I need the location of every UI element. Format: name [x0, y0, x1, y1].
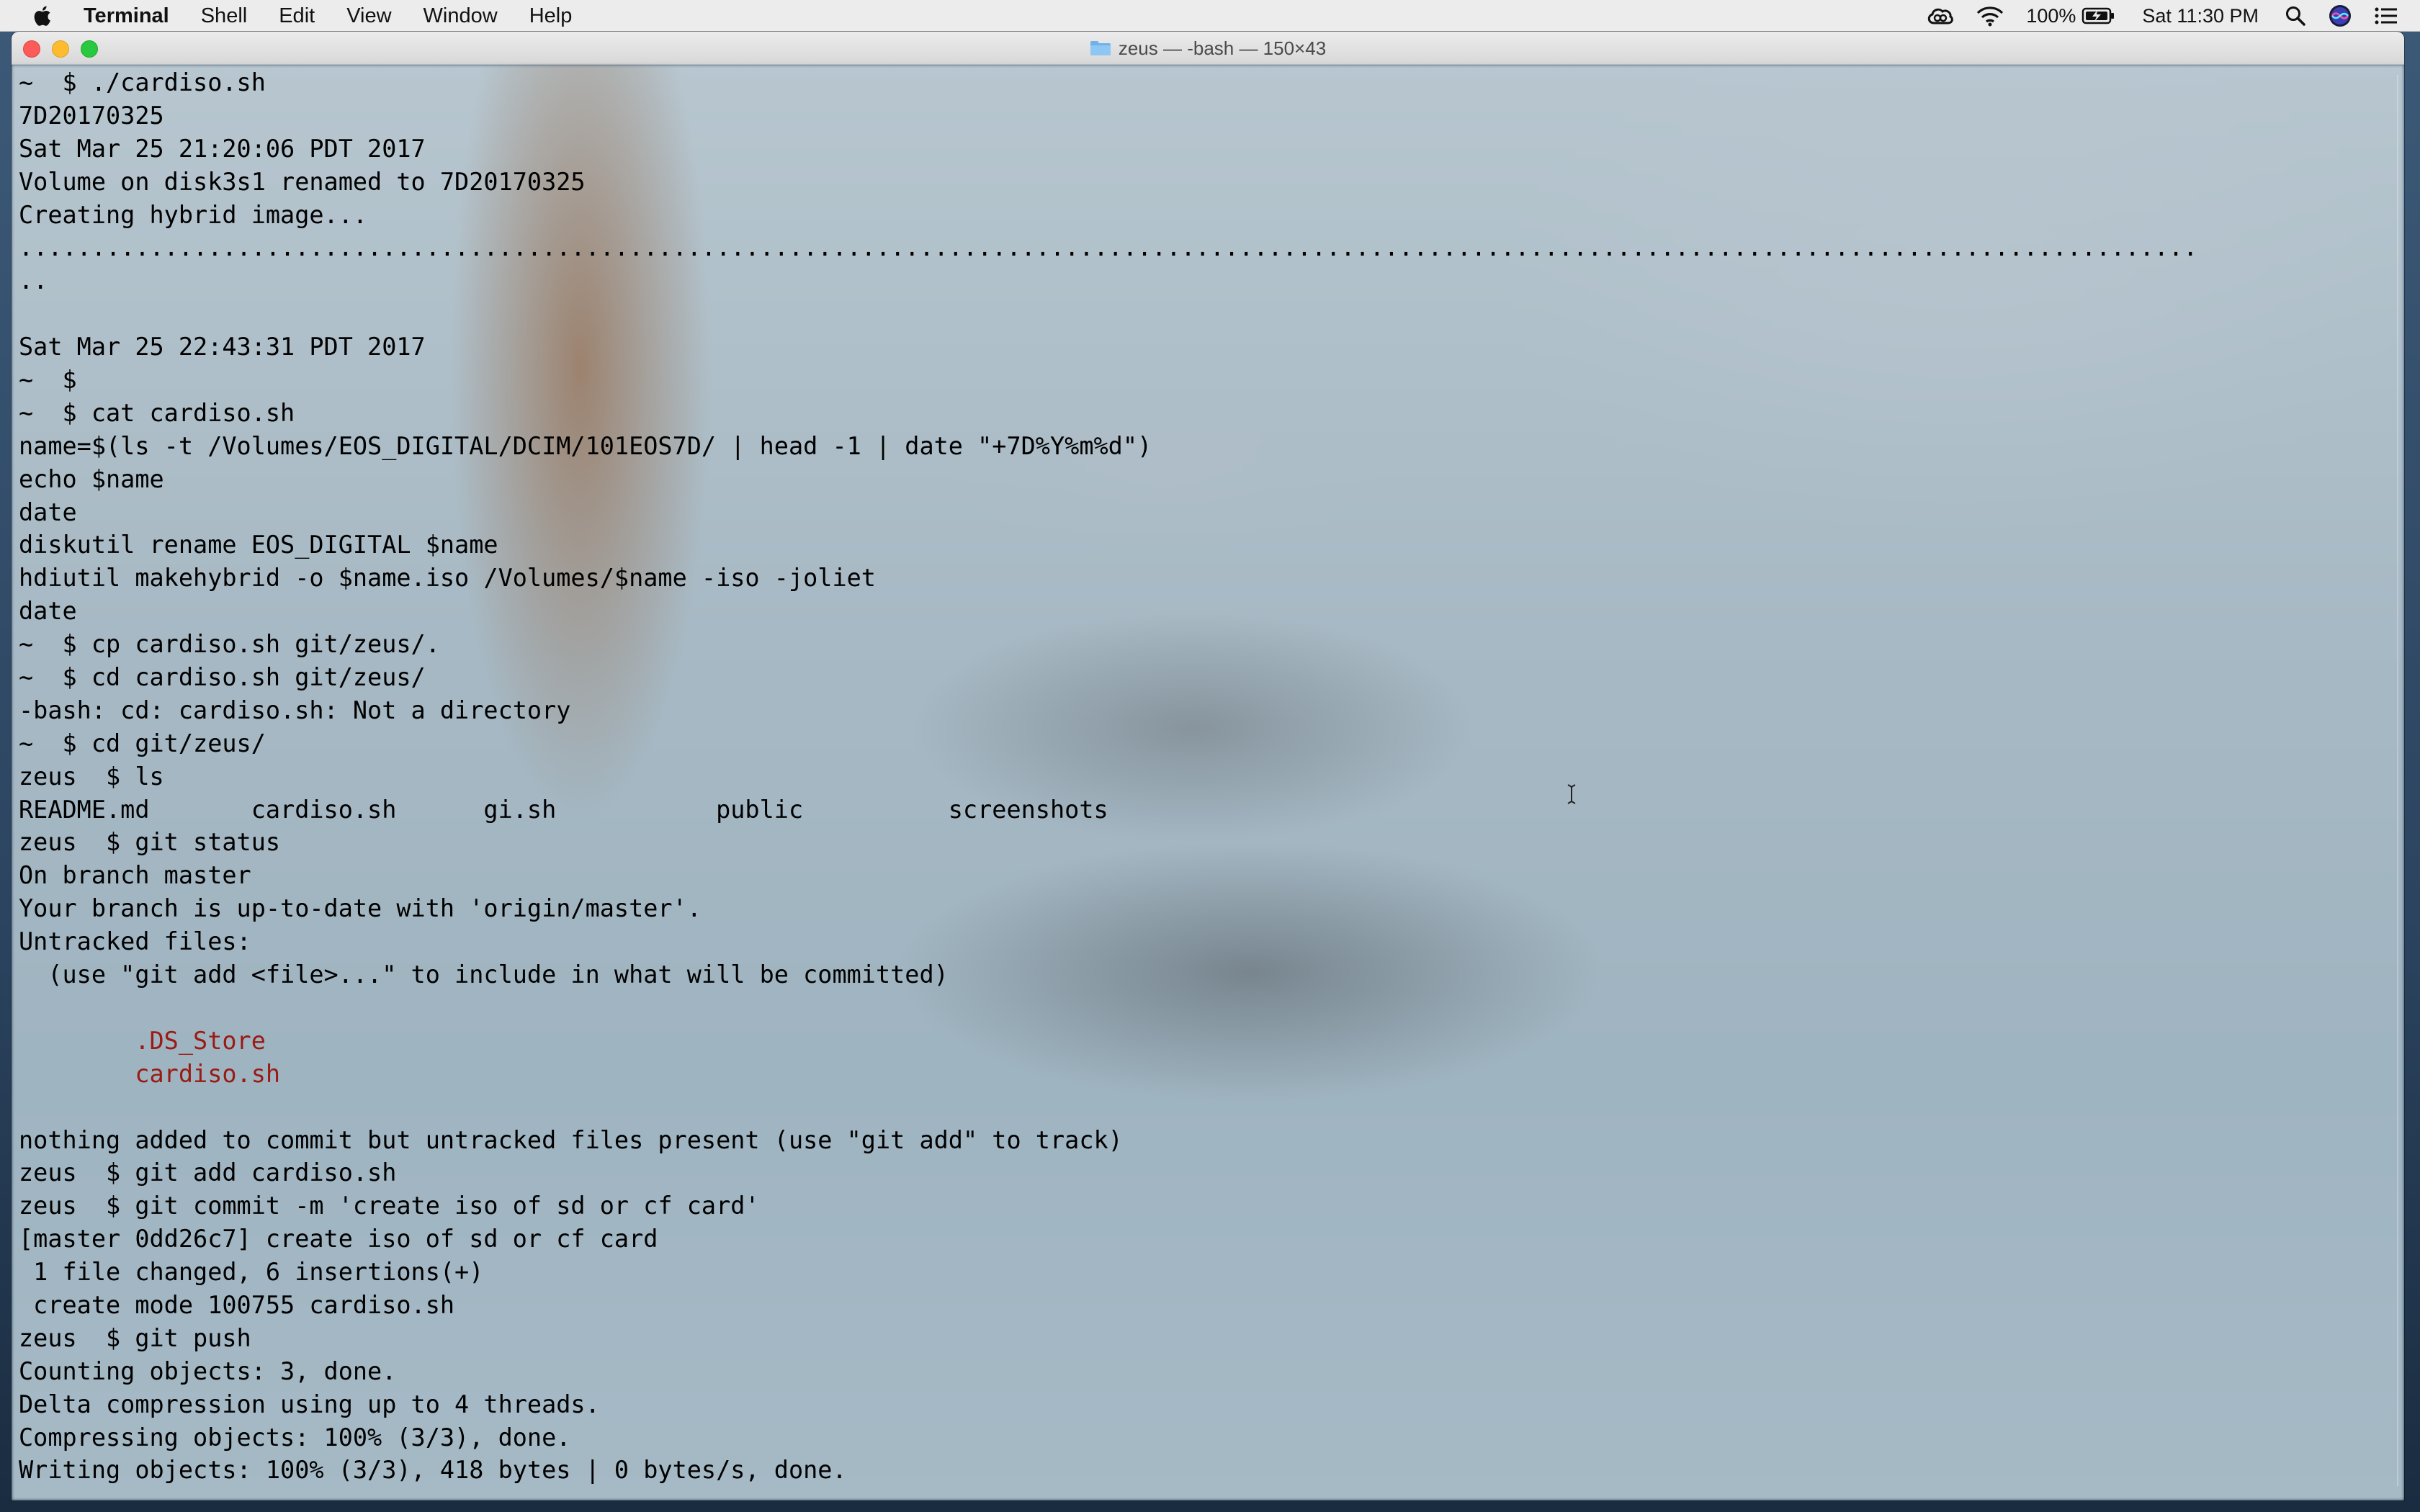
terminal-line: Compressing objects: 100% (3/3), done. — [19, 1423, 571, 1452]
terminal-line: README.md cardiso.sh gi.sh public screen… — [19, 795, 1108, 824]
terminal-line: ~ $ cd git/zeus/ — [19, 729, 266, 757]
menu-edit[interactable]: Edit — [279, 0, 315, 32]
menu-help[interactable]: Help — [529, 0, 573, 32]
terminal-line: echo $name — [19, 464, 164, 493]
terminal-line: date — [19, 597, 77, 626]
terminal-line: .. — [19, 266, 48, 295]
terminal-line: Volume on disk3s1 renamed to 7D20170325 — [19, 167, 586, 196]
terminal-line: Creating hybrid image... — [19, 200, 368, 229]
menu-app-terminal[interactable]: Terminal — [84, 0, 169, 32]
terminal-window: zeus — -bash — 150×43 ~ $ ./cardiso.sh 7D… — [12, 32, 2404, 1500]
terminal-line: diskutil rename EOS_DIGITAL $name — [19, 531, 498, 559]
menu-bar-left: Terminal Shell Edit View Window Help — [0, 0, 604, 32]
terminal-line: name=$(ls -t /Volumes/EOS_DIGITAL/DCIM/1… — [19, 431, 1152, 460]
menu-shell[interactable]: Shell — [201, 0, 248, 32]
terminal-line: nothing added to commit but untracked fi… — [19, 1125, 1123, 1154]
terminal-line: ~ $ cd cardiso.sh git/zeus/ — [19, 663, 426, 692]
terminal-line: Sat Mar 25 21:20:06 PDT 2017 — [19, 134, 426, 163]
terminal-line: -bash: cd: cardiso.sh: Not a directory — [19, 696, 571, 724]
terminal-line: On branch master — [19, 861, 251, 890]
terminal-line: cardiso.sh — [19, 1059, 281, 1088]
terminal-line: ~ $ — [19, 366, 77, 395]
terminal-line: Your branch is up-to-date with 'origin/m… — [19, 894, 702, 923]
menu-bar: Terminal Shell Edit View Window Help 100… — [0, 0, 2420, 32]
window-titlebar[interactable]: zeus — -bash — 150×43 — [12, 32, 2404, 65]
spotlight-search-icon[interactable] — [2285, 5, 2306, 27]
creative-cloud-icon[interactable] — [1925, 6, 1954, 26]
menu-clock[interactable]: Sat 11:30 PM — [2142, 5, 2259, 27]
terminal-line: create mode 100755 cardiso.sh — [19, 1290, 455, 1319]
terminal-output[interactable]: ~ $ ./cardiso.sh 7D20170325 Sat Mar 25 21:… — [19, 66, 2390, 1500]
terminal-line: Delta compression using up to 4 threads. — [19, 1390, 600, 1418]
notification-center-icon[interactable] — [2374, 6, 2398, 26]
terminal-line: ........................................… — [19, 233, 2198, 262]
terminal-line: 1 file changed, 6 insertions(+) — [19, 1258, 484, 1287]
menu-window[interactable]: Window — [424, 0, 498, 32]
folder-icon — [1090, 41, 1111, 55]
terminal-line: zeus $ git push — [19, 1323, 251, 1352]
window-title-text: zeus — -bash — 150×43 — [1118, 37, 1327, 59]
terminal-line: (use "git add <file>..." to include in w… — [19, 960, 949, 989]
terminal-line: Untracked files: — [19, 927, 251, 956]
terminal-line: [master 0dd26c7] create iso of sd or cf … — [19, 1225, 658, 1254]
terminal-line: zeus $ git status — [19, 828, 281, 857]
terminal-line: .DS_Store — [19, 1026, 266, 1055]
terminal-line: Sat Mar 25 22:43:31 PDT 2017 — [19, 333, 426, 361]
window-title: zeus — -bash — 150×43 — [12, 32, 2404, 65]
terminal-line: hdiutil makehybrid -o $name.iso /Volumes… — [19, 564, 876, 593]
apple-menu-icon[interactable] — [30, 4, 52, 28]
menu-view[interactable]: View — [346, 0, 391, 32]
terminal-line: zeus $ git add cardiso.sh — [19, 1158, 397, 1187]
terminal-line: Writing objects: 100% (3/3), 418 bytes |… — [19, 1456, 847, 1485]
terminal-line: zeus $ git commit -m 'create iso of sd o… — [19, 1192, 760, 1220]
menu-bar-status: 100% Sat 11:30 PM — [1904, 0, 2398, 32]
wifi-icon[interactable] — [1976, 5, 2004, 27]
terminal-scrollbar[interactable] — [2393, 75, 2403, 1486]
terminal-line: zeus $ ls — [19, 762, 164, 791]
terminal-line: ~ $ cat cardiso.sh — [19, 398, 295, 427]
terminal-line: 7D20170325 — [19, 101, 164, 130]
terminal-line: date — [19, 498, 77, 526]
terminal-line: Counting objects: 3, done. — [19, 1356, 397, 1385]
battery-percent: 100% — [2026, 4, 2076, 27]
battery-icon[interactable] — [2081, 7, 2116, 24]
ibeam-cursor-icon — [1567, 784, 1576, 804]
siri-icon[interactable] — [2328, 4, 2352, 28]
terminal-line: ~ $ cp cardiso.sh git/zeus/. — [19, 630, 440, 659]
terminal-line: ~ $ ./cardiso.sh — [19, 68, 266, 96]
